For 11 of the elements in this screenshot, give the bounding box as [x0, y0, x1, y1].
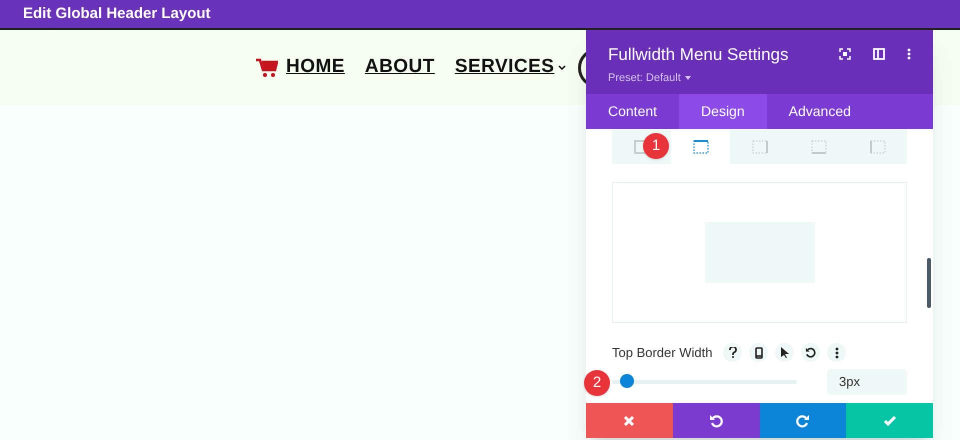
menu-link[interactable]: HOME — [286, 53, 345, 82]
tab[interactable]: Advanced — [766, 94, 873, 129]
tab[interactable]: Design — [679, 94, 767, 129]
panel-title: Fullwidth Menu Settings — [608, 44, 790, 66]
window-title: Edit Global Header Layout — [23, 4, 211, 24]
value-input[interactable]: 3px — [827, 368, 907, 394]
preset-dropdown[interactable]: Preset: Default — [608, 70, 839, 86]
menu-link[interactable]: SERVICES — [454, 53, 554, 82]
setting-label: Top Border Width — [612, 344, 712, 362]
menu-link[interactable]: ABOUT — [364, 53, 435, 82]
tab[interactable]: Content — [586, 94, 680, 129]
